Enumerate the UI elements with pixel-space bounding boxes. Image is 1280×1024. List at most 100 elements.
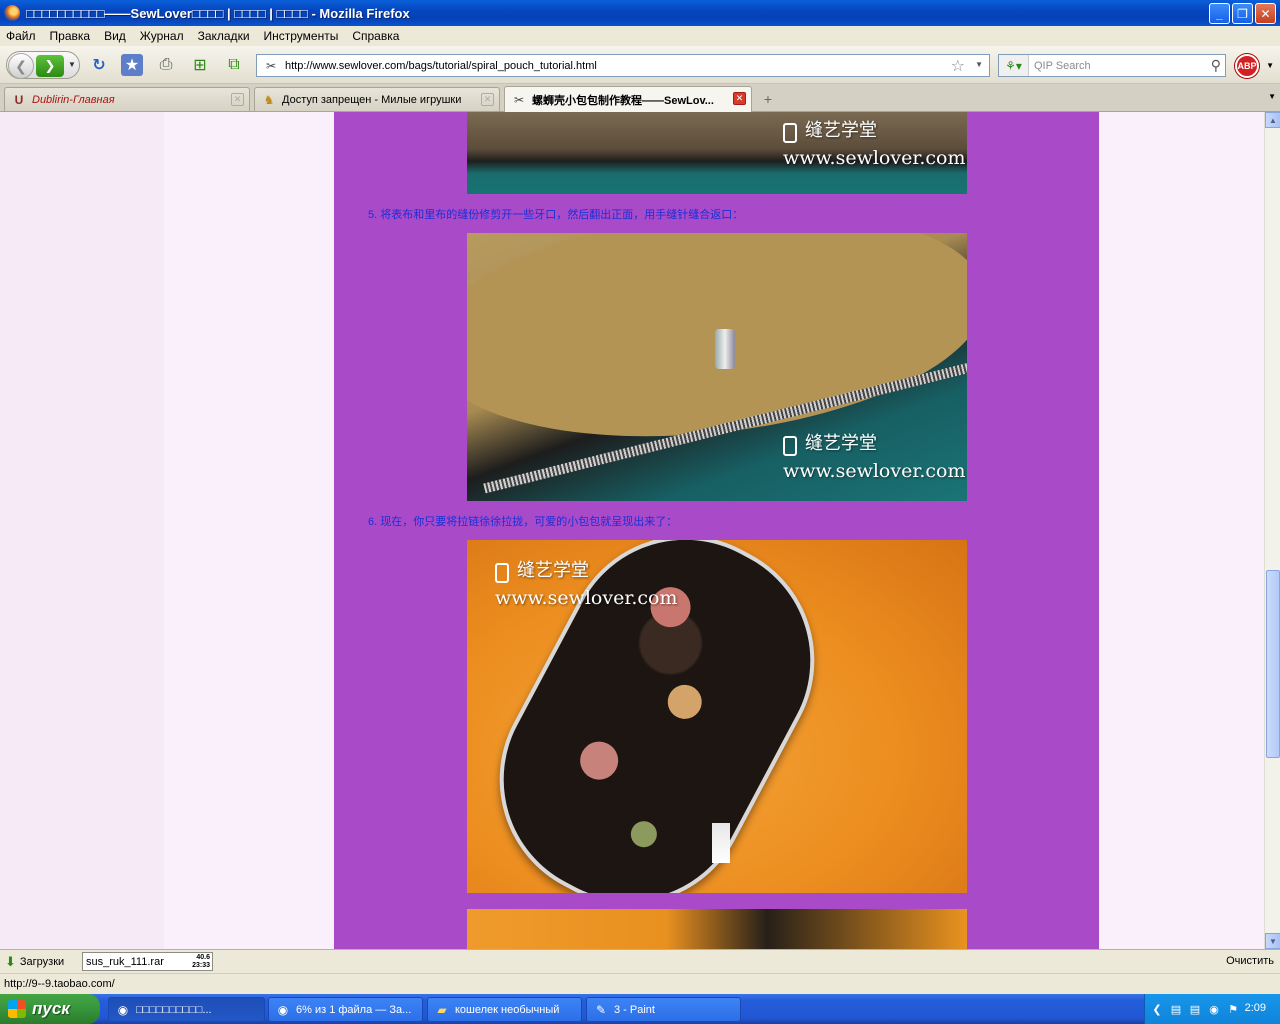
network-icon-2[interactable]: ▤ (1188, 1002, 1202, 1016)
tab-list-dropdown-icon[interactable]: ▼ (1268, 92, 1276, 101)
search-box[interactable]: ⚘▾ QIP Search ⚲ (998, 54, 1226, 77)
scroll-thumb[interactable] (1266, 570, 1280, 758)
search-input[interactable]: QIP Search (1034, 60, 1091, 72)
menu-bar: Файл Правка Вид Журнал Закладки Инструме… (0, 26, 1280, 46)
tab-dublirin[interactable]: U Dublirin-Главная ✕ (4, 87, 250, 111)
status-bar: http://9--9.taobao.com/ (0, 973, 1280, 994)
dublirin-favicon-icon: U (14, 92, 24, 107)
bookmark-star-icon[interactable]: ★ (121, 54, 143, 76)
new-tab-icon[interactable]: ⊞ (189, 54, 211, 76)
forward-button[interactable]: ❯ (36, 55, 64, 77)
taskbar-item-label: кошелек необычный (455, 1003, 560, 1016)
zipper-pull-shape (715, 329, 735, 369)
tutorial-photo-4: 缝艺学堂 www.sewlover.com (467, 112, 967, 194)
firefox-icon: ◉ (277, 1002, 289, 1017)
history-dropdown-icon[interactable]: ▼ (68, 60, 76, 69)
menu-tools[interactable]: Инструменты (264, 29, 339, 43)
system-tray: ❮ ▤ ▤ ◉ ⚑ 2:09 (1144, 994, 1280, 1024)
download-bar: ⬇ Загрузки sus_ruk_111.rar 40.6 23:33 Очи… (0, 949, 1280, 973)
search-engine-icon[interactable]: ⚘▾ (999, 55, 1029, 76)
sewlover-favicon-icon: ✂ (513, 92, 525, 107)
url-bar[interactable]: ✂ http://www.sewlover.com/bags/tutorial/… (256, 54, 990, 77)
new-window-icon[interactable]: ⧉ (223, 54, 245, 76)
network-icon[interactable]: ▤ (1169, 1002, 1183, 1016)
taskbar-item-firefox[interactable]: ◉ □□□□□□□□□□... (108, 997, 265, 1022)
close-button[interactable]: ✕ (1255, 3, 1276, 24)
tab-close-icon[interactable]: ✕ (481, 93, 494, 106)
reload-icon[interactable]: ↻ (88, 54, 110, 76)
firefox-tray-icon[interactable]: ◉ (1207, 1002, 1221, 1016)
url-text[interactable]: http://www.sewlover.com/bags/tutorial/sp… (285, 60, 597, 72)
clock: 2:09 (1244, 1002, 1266, 1014)
start-label: пуск (32, 999, 70, 1018)
zipper-charm-shape (712, 823, 730, 863)
download-item[interactable]: sus_ruk_111.rar 40.6 23:33 (82, 952, 213, 971)
watermark: 缝艺学堂 www.sewlover.com (495, 560, 678, 609)
step-5-text: 5. 将表布和里布的缝份修剪开一些牙口，然后翻出正面，用手缝针缝合返口： (368, 209, 744, 221)
scroll-down-icon[interactable]: ▼ (1265, 933, 1280, 949)
taskbar: пуск ◉ □□□□□□□□□□... ◉ 6% из 1 файла — З… (0, 994, 1280, 1024)
back-button[interactable]: ❮ (8, 53, 34, 79)
menu-help[interactable]: Справка (352, 29, 399, 43)
minimize-button[interactable]: _ (1209, 3, 1230, 24)
toolbar-overflow-icon[interactable]: ▼ (1266, 61, 1274, 70)
back-forward-group: ❮ ❯ ▼ (6, 51, 80, 79)
tab-bar: U Dublirin-Главная ✕ ♞ Доступ запрещен -… (0, 84, 1280, 112)
spool-icon (783, 435, 797, 456)
tab-close-icon[interactable]: ✕ (733, 92, 746, 105)
clear-downloads-button[interactable]: Очистить (1226, 955, 1274, 967)
firefox-icon: ◉ (117, 1002, 129, 1017)
site-favicon-icon: ✂ (265, 58, 277, 73)
bookmark-page-star-icon[interactable]: ☆ (951, 56, 965, 76)
download-size: 40.6 (196, 954, 210, 961)
restore-button[interactable]: ❐ (1232, 3, 1253, 24)
menu-view[interactable]: Вид (104, 29, 126, 43)
new-tab-button[interactable]: + (757, 89, 779, 109)
adblock-plus-icon[interactable]: ABP (1235, 54, 1259, 78)
tutorial-photo-7 (467, 909, 967, 949)
scroll-up-icon[interactable]: ▲ (1265, 112, 1280, 128)
tab-milye-igrushki[interactable]: ♞ Доступ запрещен - Милые игрушки ✕ (254, 87, 500, 111)
page-content: 缝艺学堂 www.sewlover.com 5. 将表布和里布的缝份修剪开一些牙… (0, 112, 1264, 949)
tab-close-icon[interactable]: ✕ (231, 93, 244, 106)
tutorial-photo-5: 缝艺学堂 www.sewlover.com (467, 233, 967, 501)
tab-label: Доступ запрещен - Милые игрушки (282, 93, 462, 106)
status-text: http://9--9.taobao.com/ (4, 978, 115, 990)
step-6-text: 6. 现在，你只要将拉链徐徐拉拢，可爱的小包包就呈现出来了： (368, 516, 678, 528)
tray-expand-icon[interactable]: ❮ (1150, 1002, 1164, 1016)
taskbar-item-folder[interactable]: ▰ кошелек необычный (427, 997, 582, 1022)
language-icon[interactable]: ⚑ (1226, 1002, 1240, 1016)
watermark: 缝艺学堂 www.sewlover.com (783, 120, 966, 169)
taskbar-item-label: 3 - Paint (614, 1003, 655, 1016)
title-bar: □□□□□□□□□□——SewLover□□□□ | □□□□ | □□□□ -… (0, 0, 1280, 26)
tab-label: 螺蛳壳小包包制作教程——SewLov... (532, 94, 714, 107)
tab-sewlover[interactable]: ✂ 螺蛳壳小包包制作教程——SewLov... ✕ (504, 86, 752, 112)
navigation-toolbar: ❮ ❯ ▼ ↻ ★ ⎙ ⊞ ⧉ ✂ http://www.sewlover.co… (0, 46, 1280, 84)
menu-history[interactable]: Журнал (140, 29, 184, 43)
taskbar-item-label: □□□□□□□□□□... (136, 1003, 212, 1016)
taskbar-item-label: 6% из 1 файла — За... (296, 1003, 412, 1016)
firefox-icon (4, 5, 20, 21)
downloads-icon[interactable]: ⬇ (5, 954, 16, 970)
downloads-label[interactable]: Загрузки (20, 956, 64, 968)
spool-icon (783, 122, 797, 143)
tutorial-photo-6: 缝艺学堂 www.sewlover.com (467, 540, 967, 893)
paint-icon: ✎ (595, 1002, 607, 1017)
vertical-scrollbar[interactable]: ▲ ▼ (1264, 112, 1280, 949)
taskbar-item-paint[interactable]: ✎ 3 - Paint (586, 997, 741, 1022)
spool-icon (495, 562, 509, 583)
download-time: 23:33 (192, 962, 210, 969)
watermark: 缝艺学堂 www.sewlover.com (783, 433, 966, 482)
menu-file[interactable]: Файл (6, 29, 36, 43)
search-icon[interactable]: ⚲ (1211, 57, 1221, 74)
start-button[interactable]: пуск (0, 994, 100, 1024)
download-filename: sus_ruk_111.rar (86, 956, 164, 968)
window-title: □□□□□□□□□□——SewLover□□□□ | □□□□ | □□□□ -… (26, 5, 410, 21)
toy-favicon-icon: ♞ (263, 92, 275, 107)
folder-icon: ▰ (437, 1002, 447, 1017)
taskbar-item-downloads[interactable]: ◉ 6% из 1 файла — За... (268, 997, 423, 1022)
menu-bookmarks[interactable]: Закладки (198, 29, 250, 43)
url-dropdown-icon[interactable]: ▼ (975, 60, 983, 69)
menu-edit[interactable]: Правка (50, 29, 91, 43)
print-icon[interactable]: ⎙ (155, 54, 177, 76)
